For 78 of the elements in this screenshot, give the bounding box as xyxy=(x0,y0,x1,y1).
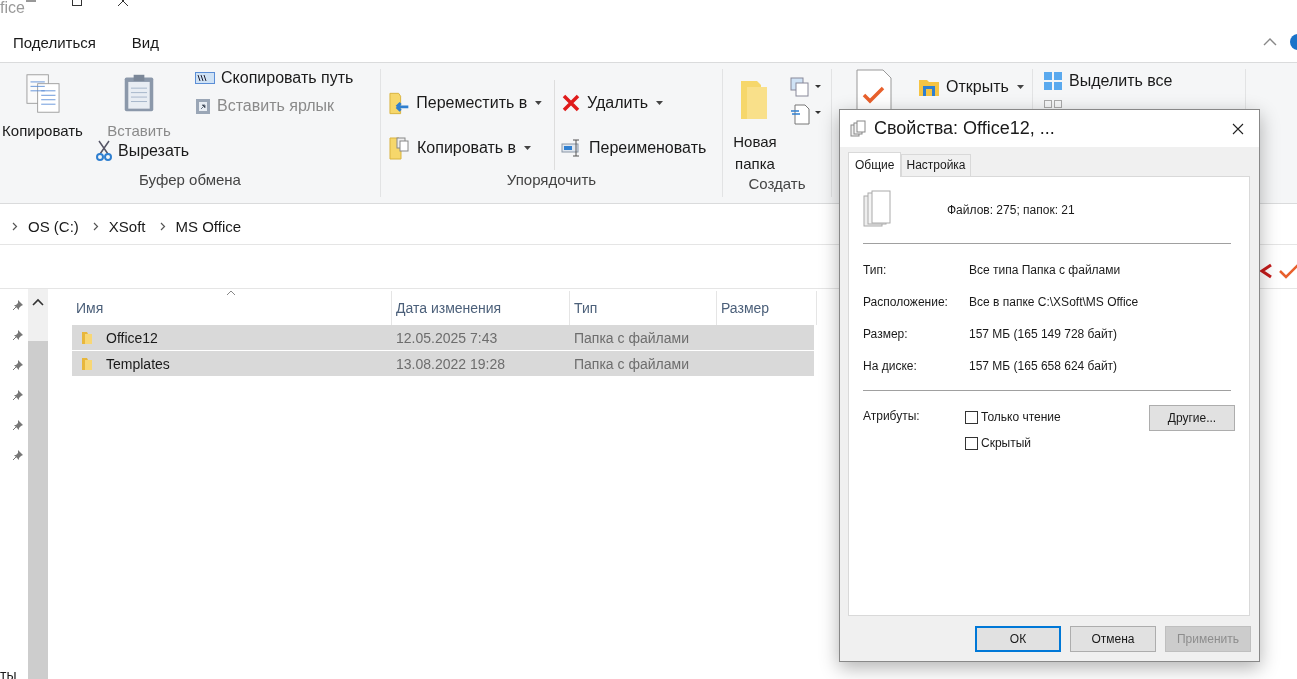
breadcrumb[interactable]: MS Office xyxy=(175,217,242,235)
property-label: Размер: xyxy=(863,327,909,341)
folder-icon xyxy=(80,356,94,371)
grid-icon xyxy=(1043,71,1063,91)
rename-button[interactable]: Переименовать xyxy=(561,125,722,170)
pin-icon[interactable] xyxy=(12,329,24,341)
pin-icon[interactable] xyxy=(12,449,24,461)
folder-copy-icon xyxy=(389,135,411,160)
copy-to-button[interactable]: Копировать в xyxy=(389,125,555,170)
pin-icon[interactable] xyxy=(12,419,24,431)
new-item-icon[interactable] xyxy=(789,77,823,97)
window-title: fice xyxy=(0,0,25,18)
pin-icon[interactable] xyxy=(12,389,24,401)
file-count: Файлов: 275; папок: 21 xyxy=(947,203,1075,217)
property-label: Атрибуты: xyxy=(863,408,921,423)
scrollbar[interactable] xyxy=(28,289,48,679)
checkbox[interactable]: Только чтение xyxy=(965,410,1061,424)
open-button[interactable]: Открыть xyxy=(918,77,1024,97)
property-label: Расположение: xyxy=(863,295,949,309)
table-cell-text: 13.08.2022 19:28 xyxy=(395,355,506,372)
documents-icon xyxy=(850,120,866,137)
checkbox[interactable]: Скрытый xyxy=(965,436,1061,450)
breadcrumb[interactable]: XSoft xyxy=(108,217,146,235)
property-value: 157 МБ (165 658 624 байт) xyxy=(969,359,1118,373)
caret-icon xyxy=(1016,85,1024,89)
select-all-button[interactable]: Выделить все xyxy=(1043,71,1245,91)
chevron-up-icon[interactable] xyxy=(1263,37,1277,47)
dialog-tab[interactable]: Настройка xyxy=(901,154,971,176)
table-cell-text: Папка с файлами xyxy=(573,329,690,346)
ribbon-tab[interactable]: Вид xyxy=(118,33,172,51)
property-value: Все типа Папка с файлами xyxy=(969,263,1121,277)
dialog-tab[interactable]: Общие xyxy=(848,152,902,177)
pin-icon[interactable] xyxy=(12,359,24,371)
property-value: 157 МБ (165 149 728 байт) xyxy=(969,327,1118,341)
dialog-button[interactable]: ОК xyxy=(975,626,1061,652)
group-label: Буфер обмена xyxy=(138,171,242,190)
group-label: Создать xyxy=(747,175,807,194)
help-icon[interactable] xyxy=(1289,33,1297,51)
copy-path-button[interactable]: Скопировать путь xyxy=(195,69,380,87)
delete-button[interactable]: Удалить xyxy=(561,80,722,125)
folder-arrow-icon xyxy=(389,90,411,115)
caret-icon xyxy=(524,145,532,150)
chevron-right-icon[interactable] xyxy=(159,221,166,231)
easy-access-icon[interactable] xyxy=(789,103,823,125)
scroll-up-icon[interactable] xyxy=(32,298,44,306)
ribbon-tab[interactable]: Поделиться xyxy=(0,33,109,51)
scissors-icon xyxy=(96,140,112,162)
dialog-button[interactable]: Отмена xyxy=(1070,626,1156,652)
file-name: Office12 xyxy=(106,329,158,346)
grid-outline-icon xyxy=(1043,99,1063,108)
advanced-button[interactable]: Другие... xyxy=(1149,405,1235,431)
folder-icon xyxy=(80,330,94,345)
close-icon[interactable] xyxy=(1232,122,1244,135)
delete-icon xyxy=(561,92,581,113)
move-button[interactable]: Переместить в xyxy=(389,80,555,125)
caret-icon xyxy=(535,100,542,105)
table-cell-text: 12.05.2025 7:43 xyxy=(395,329,499,346)
pin-icon[interactable] xyxy=(12,299,24,311)
caret-icon xyxy=(656,100,664,105)
group-label: Упорядочить xyxy=(505,171,598,190)
cross-icon[interactable] xyxy=(1260,261,1272,280)
chevron-right-icon[interactable] xyxy=(12,221,18,231)
sort-caret-icon xyxy=(226,290,236,296)
folder-icon xyxy=(918,77,940,97)
new-folder-button[interactable]: Новая папка xyxy=(729,75,781,175)
file-name: Templates xyxy=(106,355,170,372)
table-cell-text: Папка с файлами xyxy=(573,355,690,372)
breadcrumb[interactable]: OS (C:) xyxy=(28,217,79,235)
chevron-right-icon[interactable] xyxy=(92,221,99,231)
property-label: Тип: xyxy=(863,263,888,277)
property-value: Все в папке C:\XSoft\MS Office xyxy=(969,295,1139,309)
path-icon xyxy=(195,71,215,85)
file-row[interactable]: Office12 12.05.2025 7:43 Папка с файлами xyxy=(72,325,814,350)
file-row[interactable]: Templates 13.08.2022 19:28 Папка с файлами xyxy=(72,351,814,376)
property-label: На диске: xyxy=(863,359,918,373)
documents-icon xyxy=(863,190,891,230)
dialog-title: Свойства: Office12, ... xyxy=(874,118,1055,139)
shortcut-icon xyxy=(195,97,211,115)
